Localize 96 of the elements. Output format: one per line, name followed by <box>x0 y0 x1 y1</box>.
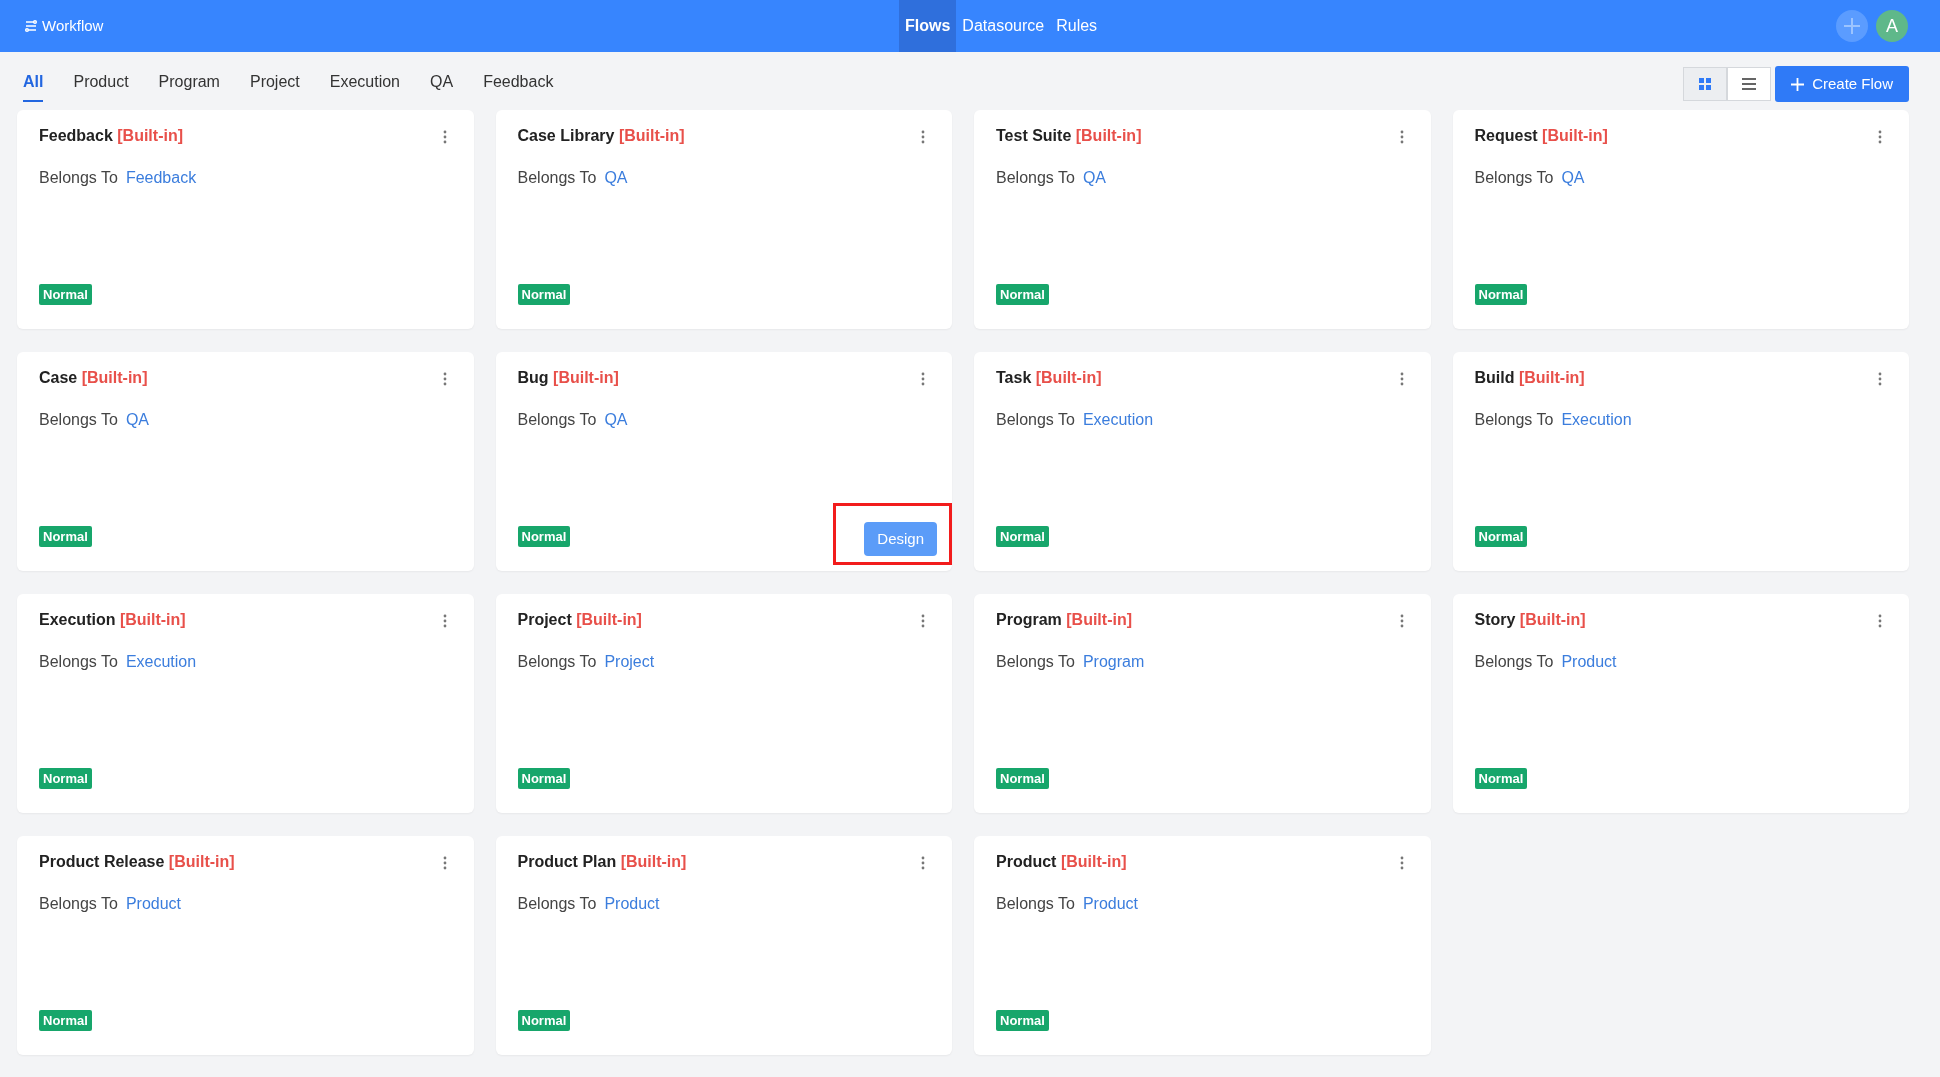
flow-card[interactable]: Program [Built-in] Belongs To Program Normal <box>974 594 1431 813</box>
flow-title: Product Release [Built-in] <box>39 852 235 872</box>
status-tag: Normal <box>1474 767 1528 789</box>
status-tag: Normal <box>517 767 571 789</box>
plus-icon <box>1842 16 1862 36</box>
belongs-label: Belongs To <box>1474 410 1554 430</box>
filter-tab[interactable]: Product <box>73 66 129 102</box>
flow-card[interactable]: Product Plan [Built-in] Belongs To Product Normal <box>495 836 952 1055</box>
flow-title: Story [Built-in] <box>1474 610 1586 630</box>
belongs-label: Belongs To <box>996 894 1075 914</box>
category-link[interactable]: QA <box>1561 166 1585 190</box>
flow-title: Bug [Built-in] <box>517 368 619 388</box>
user-avatar[interactable]: A <box>1876 10 1908 42</box>
plus-icon <box>1791 77 1805 91</box>
belongs-label: Belongs To <box>517 894 597 914</box>
category-link[interactable]: Program <box>1082 650 1145 674</box>
flow-title: Program [Built-in] <box>996 610 1132 630</box>
flow-title: Project [Built-in] <box>517 610 642 630</box>
flow-card[interactable]: Story [Built-in] Belongs To Product Normal <box>1452 594 1909 813</box>
flow-card[interactable]: Request [Built-in] Belongs To QA Normal <box>1452 110 1909 329</box>
status-tag: Normal <box>39 1009 92 1031</box>
category-link[interactable]: QA <box>125 408 149 432</box>
status-tag: Normal <box>996 525 1049 547</box>
app-title: Workflow <box>42 15 104 36</box>
belongs-label: Belongs To <box>39 894 118 914</box>
belongs-label: Belongs To <box>1474 652 1554 672</box>
flow-card[interactable]: Execution [Built-in] Belongs To Execution Normal <box>17 594 474 813</box>
flow-title: Feedback [Built-in] <box>39 126 183 146</box>
status-tag: Normal <box>39 767 92 789</box>
status-tag: Normal <box>1474 283 1528 305</box>
flow-title: Product Plan [Built-in] <box>517 852 687 872</box>
status-tag: Normal <box>517 283 571 305</box>
status-tag: Normal <box>996 1009 1049 1031</box>
flow-title: Case [Built-in] <box>39 368 148 388</box>
belongs-label: Belongs To <box>996 652 1075 672</box>
category-link[interactable]: Execution <box>125 650 197 674</box>
flow-title: Task [Built-in] <box>996 368 1102 388</box>
flow-card[interactable]: Task [Built-in] Belongs To Execution Normal <box>974 352 1431 571</box>
nav-tab[interactable]: Datasource <box>956 0 1051 52</box>
belongs-label: Belongs To <box>517 168 597 188</box>
flow-card[interactable]: Product [Built-in] Belongs To Product Normal <box>974 836 1431 1055</box>
category-link[interactable]: QA <box>604 408 628 432</box>
category-link[interactable]: Product <box>125 892 181 916</box>
filter-tab[interactable]: QA <box>430 66 454 102</box>
category-link[interactable]: QA <box>604 166 628 190</box>
flow-card[interactable]: Project [Built-in] Belongs To Project Normal <box>495 594 952 813</box>
flow-card[interactable]: Case [Built-in] Belongs To QA Normal <box>17 352 474 571</box>
category-link[interactable]: Product <box>1082 892 1138 916</box>
category-link[interactable]: Product <box>604 892 660 916</box>
status-tag: Normal <box>996 767 1049 789</box>
status-tag: Normal <box>517 1009 571 1031</box>
belongs-label: Belongs To <box>39 652 118 672</box>
flow-title: Build [Built-in] <box>1474 368 1585 388</box>
category-link[interactable]: Feedback <box>125 166 197 190</box>
category-link[interactable]: Project <box>604 650 655 674</box>
flow-card[interactable]: Feedback [Built-in] Belongs To Feedback Normal <box>17 110 474 329</box>
flow-title: Execution [Built-in] <box>39 610 186 630</box>
filter-tab[interactable]: All <box>23 66 44 102</box>
filter-tab[interactable]: Program <box>158 66 220 102</box>
flow-title: Test Suite [Built-in] <box>996 126 1142 146</box>
category-link[interactable]: QA <box>1082 166 1106 190</box>
status-tag: Normal <box>517 525 571 547</box>
flow-card[interactable]: Product Release [Built-in] Belongs To Product Normal <box>17 836 474 1055</box>
filter-tab[interactable]: Project <box>249 66 300 102</box>
filter-tab[interactable]: Execution <box>329 66 400 102</box>
list-icon <box>1742 78 1757 90</box>
list-view-button[interactable] <box>1727 67 1772 101</box>
category-link[interactable]: Execution <box>1082 408 1154 432</box>
grid-view-button[interactable] <box>1683 67 1728 101</box>
belongs-label: Belongs To <box>517 410 597 430</box>
flow-card[interactable]: Bug [Built-in] Belongs To QA Normal Design <box>495 352 952 571</box>
category-link[interactable]: Execution <box>1561 408 1632 432</box>
create-flow-button[interactable]: Create Flow <box>1775 66 1909 102</box>
workflow-icon <box>24 19 38 33</box>
flow-card[interactable]: Case Library [Built-in] Belongs To QA Normal <box>495 110 952 329</box>
status-tag: Normal <box>39 525 92 547</box>
flow-title: Request [Built-in] <box>1474 126 1608 146</box>
belongs-label: Belongs To <box>1474 168 1554 188</box>
grid-icon <box>1699 78 1712 90</box>
flow-title: Case Library [Built-in] <box>517 126 685 146</box>
flow-card[interactable]: Build [Built-in] Belongs To Execution Normal <box>1452 352 1909 571</box>
belongs-label: Belongs To <box>996 168 1075 188</box>
belongs-label: Belongs To <box>996 410 1075 430</box>
filter-tab[interactable]: Feedback <box>483 66 554 102</box>
belongs-label: Belongs To <box>39 410 118 430</box>
design-button[interactable]: Design <box>864 521 937 556</box>
flow-title: Product [Built-in] <box>996 852 1127 872</box>
nav-tab[interactable]: Flows <box>899 0 957 52</box>
belongs-label: Belongs To <box>39 168 118 188</box>
flow-card[interactable]: Test Suite [Built-in] Belongs To QA Normal <box>974 110 1431 329</box>
nav-tab[interactable]: Rules <box>1050 0 1104 52</box>
category-link[interactable]: Product <box>1561 650 1617 674</box>
belongs-label: Belongs To <box>517 652 597 672</box>
status-tag: Normal <box>1474 525 1528 547</box>
status-tag: Normal <box>996 283 1049 305</box>
status-tag: Normal <box>39 283 92 305</box>
